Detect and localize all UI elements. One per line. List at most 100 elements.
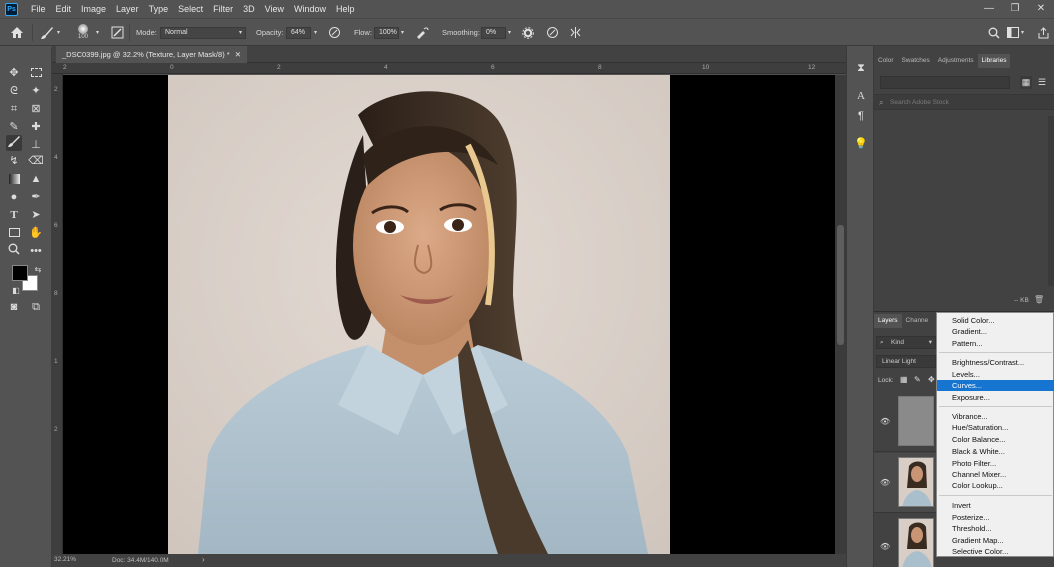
eraser-tool-icon[interactable]: ⌫	[28, 153, 44, 169]
mode-select[interactable]: Normal	[160, 19, 246, 46]
marquee-tool-icon[interactable]	[28, 65, 44, 81]
menu-item-photo-filter[interactable]: Photo Filter...	[937, 458, 1054, 469]
dodge-tool-icon[interactable]: ●	[6, 189, 22, 205]
menu-item-gradient-map[interactable]: Gradient Map...	[937, 535, 1054, 546]
tab-adjustments[interactable]: Adjustments	[934, 54, 978, 68]
menu-item-invert[interactable]: Invert	[937, 500, 1054, 511]
path-selection-tool-icon[interactable]: ➤	[28, 207, 44, 223]
minimize-button[interactable]: —	[976, 0, 1002, 18]
healing-brush-tool-icon[interactable]: ✚	[28, 119, 44, 135]
brush-tool-icon[interactable]	[6, 135, 22, 151]
menu-item-hue-saturation[interactable]: Hue/Saturation...	[937, 422, 1054, 433]
menu-item-brightness-contrast[interactable]: Brightness/Contrast...	[937, 357, 1054, 368]
menu-item-levels[interactable]: Levels...	[937, 369, 1054, 380]
stock-search-input[interactable]: ⌕ Search Adobe Stock	[874, 94, 1054, 110]
library-select[interactable]	[880, 76, 1010, 89]
frame-tool-icon[interactable]: ⊠	[28, 101, 44, 117]
close-window-button[interactable]: ✕	[1028, 0, 1054, 18]
rectangle-tool-icon[interactable]	[6, 225, 22, 241]
chevron-down-icon[interactable]: ▾	[314, 19, 317, 46]
tab-swatches[interactable]: Swatches	[898, 54, 934, 68]
menu-item-color-balance[interactable]: Color Balance...	[937, 434, 1054, 445]
foreground-color-swatch[interactable]	[12, 265, 28, 281]
menu-3d[interactable]: 3D	[238, 4, 260, 14]
menu-item-pattern[interactable]: Pattern...	[937, 338, 1054, 349]
menu-item-vibrance[interactable]: Vibrance...	[937, 411, 1054, 422]
pen-tool-icon[interactable]: ✒	[28, 189, 44, 205]
menu-item-black-white[interactable]: Black & White...	[937, 446, 1054, 457]
menu-window[interactable]: Window	[289, 4, 331, 14]
list-view-icon[interactable]: ☰	[1036, 76, 1048, 89]
gear-icon[interactable]	[522, 19, 534, 46]
zoom-level[interactable]: 32.21%	[54, 556, 76, 563]
tab-channels[interactable]: Channe	[902, 314, 933, 328]
magic-wand-tool-icon[interactable]: ✦	[28, 83, 44, 99]
menu-item-channel-mixer[interactable]: Channel Mixer...	[937, 469, 1054, 480]
lock-pixels-icon[interactable]: ✎	[914, 375, 921, 384]
trash-icon[interactable]: 🗑	[1034, 295, 1044, 304]
menu-item-exposure[interactable]: Exposure...	[937, 392, 1054, 403]
history-brush-tool-icon[interactable]: ↯	[6, 153, 22, 169]
scroll-thumb[interactable]	[837, 225, 844, 345]
menu-filter[interactable]: Filter	[208, 4, 238, 14]
learn-panel-icon[interactable]: 💡	[853, 136, 869, 152]
canvas-area[interactable]	[63, 75, 835, 554]
visibility-eye-icon[interactable]: 👁	[880, 542, 890, 551]
history-panel-icon[interactable]: ⧗	[853, 60, 869, 76]
lock-transparency-icon[interactable]: ▦	[900, 375, 908, 384]
default-colors-icon[interactable]: ◧	[8, 283, 24, 299]
type-tool-icon[interactable]: T	[6, 207, 22, 223]
chevron-down-icon[interactable]: ▾	[96, 19, 99, 46]
move-tool-icon[interactable]: ✥	[6, 65, 22, 81]
gradient-tool-icon[interactable]	[6, 171, 22, 187]
brush-size-picker[interactable]: 100	[78, 19, 88, 46]
menu-item-solid-color[interactable]: Solid Color...	[937, 315, 1054, 326]
smoothing-field[interactable]: 0%	[481, 19, 506, 46]
share-icon[interactable]	[1038, 19, 1049, 46]
menu-item-posterize[interactable]: Posterize...	[937, 512, 1054, 523]
chevron-down-icon[interactable]: ▾	[508, 19, 511, 46]
blur-tool-icon[interactable]: ▲	[28, 171, 44, 187]
portrait-photo[interactable]	[168, 75, 670, 554]
crop-tool-icon[interactable]: ⌗	[6, 101, 22, 117]
pressure-opacity-icon[interactable]	[328, 19, 341, 46]
tab-color[interactable]: Color	[874, 54, 898, 68]
opacity-field[interactable]: 64%	[286, 19, 311, 46]
more-tools-icon[interactable]: •••	[28, 243, 44, 259]
visibility-eye-icon[interactable]: 👁	[880, 417, 890, 426]
search-icon[interactable]	[988, 19, 1000, 46]
hand-tool-icon[interactable]: ✋	[28, 225, 44, 241]
close-tab-icon[interactable]: ✕	[235, 50, 241, 59]
tab-libraries[interactable]: Libraries	[977, 54, 1011, 68]
visibility-eye-icon[interactable]: 👁	[880, 478, 890, 487]
chevron-right-icon[interactable]: ›	[202, 555, 205, 564]
panel-scrollbar[interactable]	[1048, 116, 1054, 286]
menu-view[interactable]: View	[260, 4, 289, 14]
menu-item-color-lookup[interactable]: Color Lookup...	[937, 480, 1054, 491]
document-tab[interactable]: _DSC0399.jpg @ 32.2% (Texture, Layer Mas…	[56, 46, 248, 63]
menu-select[interactable]: Select	[173, 4, 208, 14]
tab-layers[interactable]: Layers	[874, 314, 902, 328]
swap-colors-icon[interactable]: ⇆	[30, 262, 46, 278]
airbrush-icon[interactable]	[415, 19, 430, 46]
brush-settings-panel-icon[interactable]	[111, 19, 124, 46]
maximize-button[interactable]: ❐	[1002, 0, 1028, 18]
flow-field[interactable]: 100%	[374, 19, 399, 46]
home-icon[interactable]	[10, 19, 24, 46]
lasso-tool-icon[interactable]: ᘓ	[6, 83, 22, 99]
menu-item-curves[interactable]: Curves...	[937, 380, 1054, 391]
blend-mode-select[interactable]: Linear Light	[876, 355, 936, 368]
clone-stamp-tool-icon[interactable]: ⊥	[28, 137, 44, 153]
character-panel-icon[interactable]: A	[853, 88, 869, 104]
kind-filter-select[interactable]: ⌕ Kind ▾	[876, 336, 936, 349]
menu-item-selective-color[interactable]: Selective Color...	[937, 546, 1054, 557]
menu-item-gradient[interactable]: Gradient...	[937, 326, 1054, 337]
eyedropper-tool-icon[interactable]: ✎	[6, 119, 22, 135]
menu-image[interactable]: Image	[76, 4, 111, 14]
menu-edit[interactable]: Edit	[51, 4, 77, 14]
workspace-icon[interactable]: ▾	[1007, 19, 1024, 46]
menu-item-threshold[interactable]: Threshold...	[937, 523, 1054, 534]
menu-type[interactable]: Type	[144, 4, 174, 14]
pressure-size-icon[interactable]	[546, 19, 559, 46]
zoom-tool-icon[interactable]	[6, 243, 22, 259]
